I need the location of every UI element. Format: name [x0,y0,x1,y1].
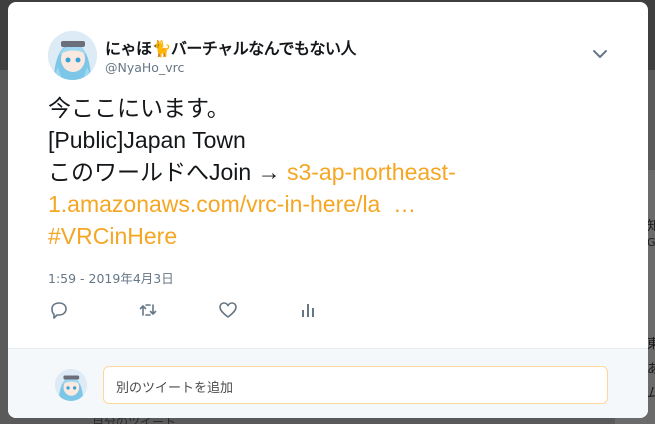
tweet-link[interactable]: 1.amazonaws.com/vrc-in-here/la … [48,188,568,220]
background-fragment: あ [647,362,655,377]
user-handle[interactable]: @NyaHo_vrc [105,60,184,75]
tweet-modal: にゃほ🐈バーチャルなんでもない人 @NyaHo_vrc 今ここにいます。 [Pu… [8,2,648,418]
hashtag-link[interactable]: #VRCinHere [48,220,568,252]
background-fragment: G [647,236,655,249]
avatar-image [55,369,87,401]
tweet-line-text: このワールドへJoin → [48,159,287,185]
reply-composer: 別のツイートを追加 [8,349,648,418]
tweet-link[interactable]: s3-ap-northeast- [287,159,456,185]
tweet-line: [Public]Japan Town [48,127,246,153]
tweet-actions [48,300,348,320]
tweet-line: 今ここにいます。 [48,95,230,121]
chevron-down-icon[interactable] [590,46,610,62]
background-fragment: 東 [647,337,655,352]
heart-icon[interactable] [218,300,238,320]
analytics-icon[interactable] [298,300,318,320]
display-name[interactable]: にゃほ🐈バーチャルなんでもない人 [105,35,356,59]
retweet-icon[interactable] [138,300,158,320]
tweet-timestamp[interactable]: 1:59 - 2019年4月3日 [48,268,174,287]
avatar-image [48,31,97,80]
background-fragment: ム [647,386,655,401]
tweet-line: このワールドへJoin → s3-ap-northeast- [48,156,568,188]
background-fragment: 知 [647,219,655,234]
avatar[interactable] [48,31,97,80]
reply-input[interactable]: 別のツイートを追加 [103,366,608,404]
reply-icon[interactable] [49,300,69,320]
avatar [55,369,87,401]
tweet-text: 今ここにいます。 [Public]Japan Town このワールドへJoin … [48,92,568,252]
